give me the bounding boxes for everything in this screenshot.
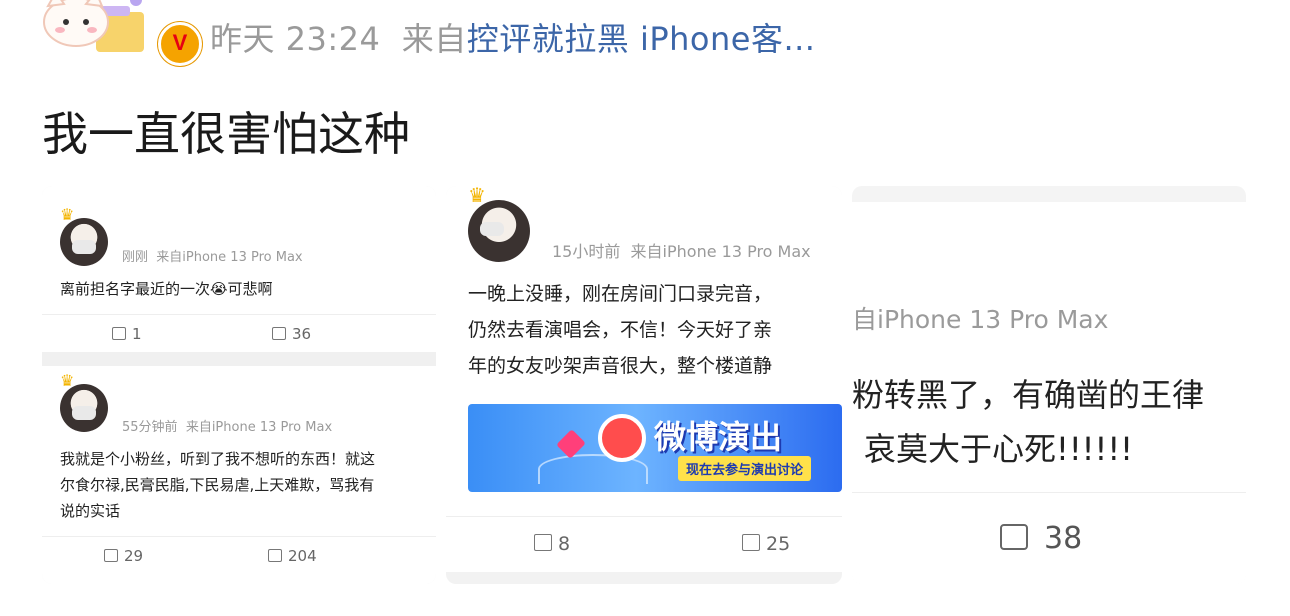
comment-text: 离前担名字最近的一次😭可悲啊 <box>60 280 273 298</box>
post-card-meta: 15小时前 来自iPhone 13 Pro Max <box>552 238 811 262</box>
comment-source: 来自iPhone 13 Pro Max <box>156 250 303 265</box>
comment-card-2: ♛ 55分钟前 来自iPhone 13 Pro Max 我就是个小粉丝，听到了我… <box>42 366 436 584</box>
zoomed-line-2: 哀莫大于心死!!!!!! <box>864 430 1133 468</box>
post-card-source: 来自iPhone 13 Pro Max <box>630 242 811 261</box>
zoomed-post-card: 自iPhone 13 Pro Max 粉转黑了，有确凿的王律 哀莫大于心死!!!… <box>852 202 1246 584</box>
post-card-line-3: 年的女友吵架声音很大，整个楼道静 <box>468 355 773 377</box>
post-source-prefix: 来自 <box>401 20 467 58</box>
comment-time: 55分钟前 <box>122 420 178 435</box>
comment-count: 38 <box>1044 521 1083 556</box>
comment-button[interactable]: 38 <box>1000 518 1083 556</box>
comment-source: 来自iPhone 13 Pro Max <box>185 420 333 435</box>
image-grid: ♛ 刚刚 来自iPhone 13 Pro Max 离前担名字最近的一次😭可悲啊 … <box>42 186 1246 584</box>
screenshot-2[interactable]: ♛ 15小时前 来自iPhone 13 Pro Max 一晚上没睡，刚在房间门口… <box>446 186 842 584</box>
commenter-avatar[interactable] <box>60 218 108 266</box>
comment-count: 36 <box>292 325 312 343</box>
comment-icon <box>742 534 760 551</box>
comment-count: 25 <box>766 533 791 555</box>
post-text: 我一直很害怕这种 <box>42 107 410 161</box>
comment-text-line-2: 尔食尔禄,民膏民脂,下民易虐,上天难欺，骂我有 <box>60 476 375 494</box>
screenshot-1[interactable]: ♛ 刚刚 来自iPhone 13 Pro Max 离前担名字最近的一次😭可悲啊 … <box>42 186 436 584</box>
repost-button[interactable]: 8 <box>534 533 570 555</box>
post-time: 昨天 23:24 <box>210 20 381 58</box>
comment-count: 204 <box>288 547 317 565</box>
mascot-icon <box>598 414 646 462</box>
comment-meta: 刚刚 来自iPhone 13 Pro Max <box>122 246 303 265</box>
comment-text-line-3: 说的实话 <box>60 502 121 520</box>
verified-badge-icon: V <box>158 22 202 66</box>
comment-icon <box>272 327 286 340</box>
comment-icon <box>1000 518 1028 550</box>
cat-avatar-icon <box>43 0 144 52</box>
comment-icon <box>268 549 282 562</box>
post-card-line-2: 仍然去看演唱会，不信！今天好了亲 <box>468 319 773 341</box>
crown-icon: ♛ <box>468 186 486 207</box>
author-avatar[interactable]: V <box>36 0 202 66</box>
repost-count: 1 <box>132 325 142 343</box>
comment-actions: 29 204 <box>42 536 436 576</box>
repost-icon <box>112 327 126 340</box>
repost-count: 29 <box>124 547 144 565</box>
screenshot-3[interactable]: 自iPhone 13 Pro Max 粉转黑了，有确凿的王律 哀莫大于心死!!!… <box>852 186 1246 584</box>
comment-actions: 1 36 <box>42 314 436 354</box>
zoomed-source: 自iPhone 13 Pro Max <box>852 305 1109 334</box>
comment-button[interactable]: 204 <box>268 547 317 565</box>
post-source-link[interactable]: 控评就拉黑 iPhone客... <box>467 20 816 58</box>
repost-count: 8 <box>558 533 571 555</box>
banner-title: 微博演出 <box>654 418 783 456</box>
comment-card-1: ♛ 刚刚 来自iPhone 13 Pro Max 离前担名字最近的一次😭可悲啊 … <box>42 186 436 352</box>
post-meta: 昨天 23:24 来自控评就拉黑 iPhone客... <box>210 14 815 60</box>
post-card-actions: 8 25 <box>446 516 842 572</box>
performance-banner[interactable]: 微博演出 现在去参与演出讨论 <box>468 404 842 492</box>
commenter-avatar[interactable] <box>60 384 108 432</box>
post-card-time: 15小时前 <box>552 242 621 261</box>
comment-meta: 55分钟前 来自iPhone 13 Pro Max <box>122 416 332 435</box>
banner-subtitle: 现在去参与演出讨论 <box>678 456 812 481</box>
comment-time: 刚刚 <box>122 250 149 265</box>
zoomed-line-1: 粉转黑了，有确凿的王律 <box>852 376 1205 414</box>
repost-button[interactable]: 29 <box>104 547 143 565</box>
comment-button[interactable]: 36 <box>272 325 311 343</box>
post-card-line-1: 一晚上没睡，刚在房间门口录完音， <box>468 283 773 305</box>
poster-avatar[interactable] <box>468 200 530 262</box>
comment-button[interactable]: 25 <box>742 533 790 555</box>
repost-icon <box>104 549 118 562</box>
repost-button[interactable]: 1 <box>112 325 142 343</box>
comment-text-line-1: 我就是个小粉丝，听到了我不想听的东西！就这 <box>60 450 376 468</box>
post-card: ♛ 15小时前 来自iPhone 13 Pro Max 一晚上没睡，刚在房间门口… <box>446 186 842 572</box>
zoomed-actions: 38 <box>852 492 1246 584</box>
repost-icon <box>534 534 552 551</box>
